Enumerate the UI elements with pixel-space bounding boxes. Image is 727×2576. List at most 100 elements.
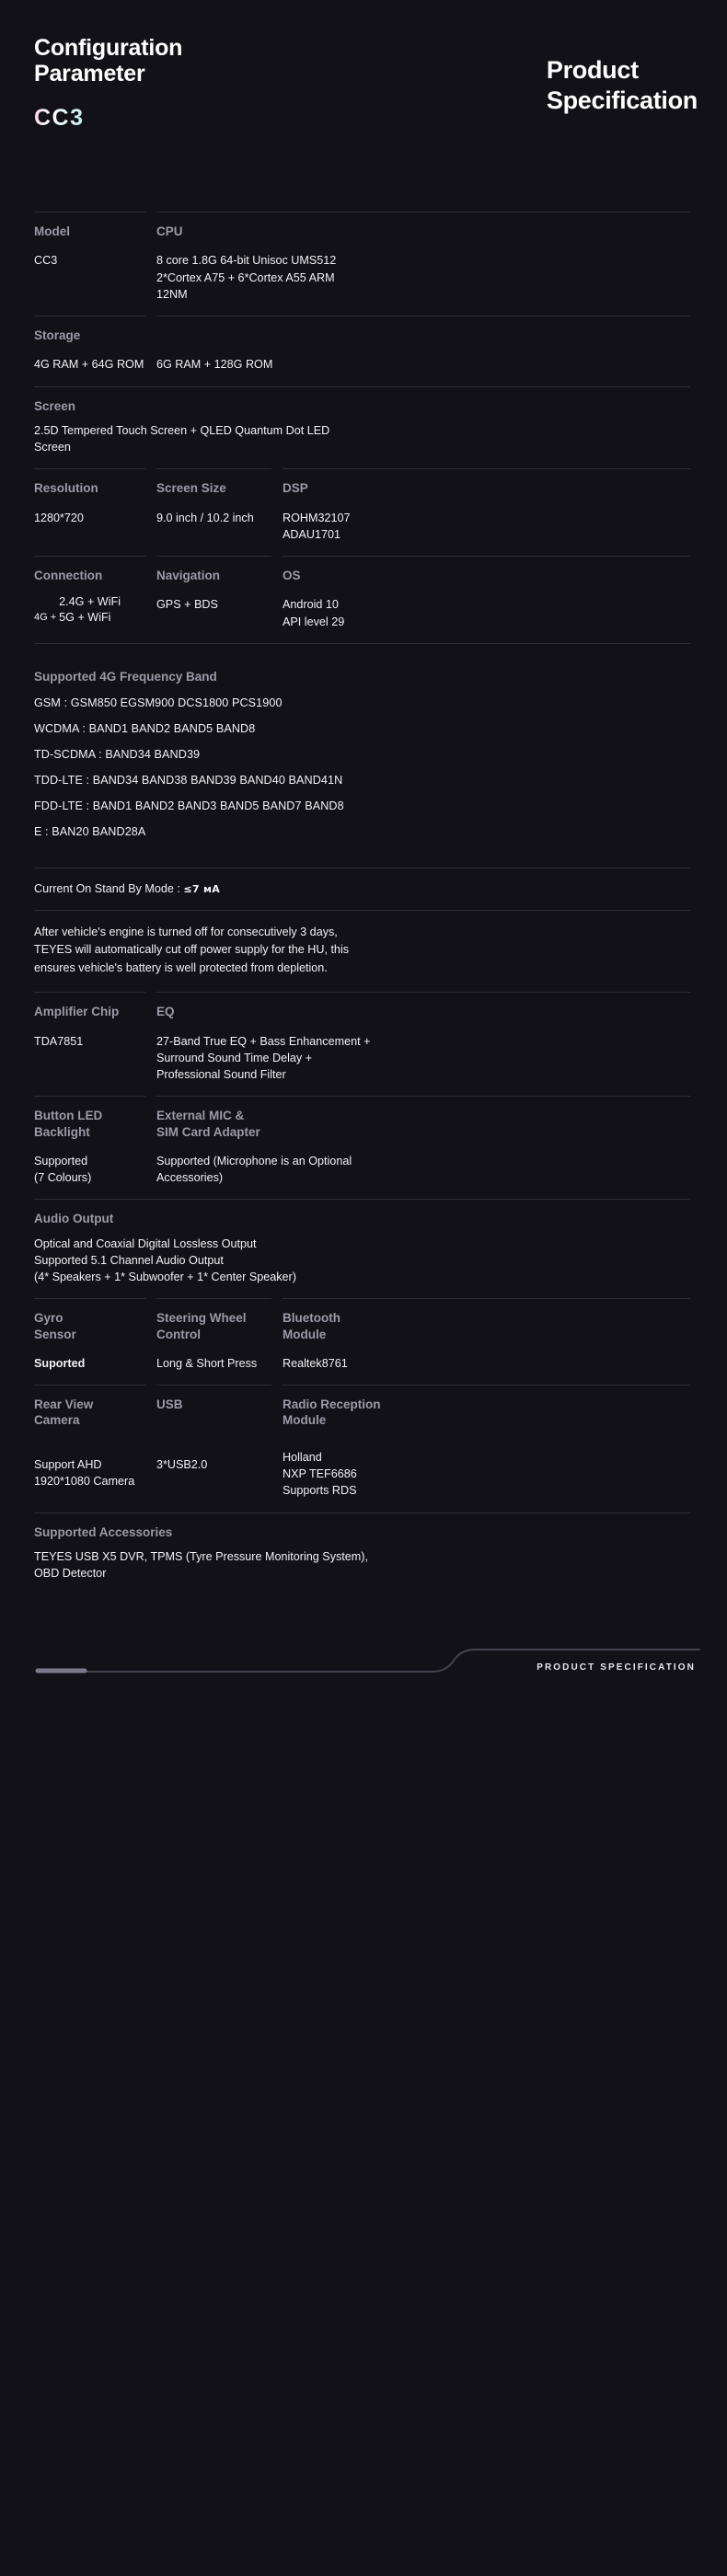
footer-decoration-line	[35, 1649, 700, 1673]
spec-label-usb: USB	[156, 1397, 183, 1412]
spec-value-radio: Holland NXP TEF6686 Supports RDS	[283, 1450, 357, 1498]
spec-value-screen: 2.5D Tempered Touch Screen + QLED Quantu…	[34, 423, 330, 454]
page-title: Configuration Parameter	[34, 35, 183, 86]
spec-row-battery-note: After vehicle's engine is turned off for…	[34, 909, 690, 993]
frequency-band-line: GSM : GSM850 EGSM900 DCS1800 PCS1900	[34, 696, 283, 709]
spec-label-navigation: Navigation	[156, 569, 221, 583]
spec-cell-os: OS Android 10 API level 29	[283, 556, 690, 643]
spec-row-audio-output: Audio Output Optical and Coaxial Digital…	[34, 1199, 690, 1298]
frequency-band-line: TD-SCDMA : BAND34 BAND39	[34, 747, 201, 761]
spec-row-storage: Storage 4G RAM + 64G ROM 6G RAM + 128G R…	[34, 316, 690, 386]
spec-label-os: OS	[283, 569, 301, 583]
spec-value-eq: 27-Band True EQ + Bass Enhancement + Sur…	[156, 1034, 371, 1082]
spec-cell-usb: USB 3*USB2.0	[156, 1385, 283, 1512]
spec-row-screen: Screen 2.5D Tempered Touch Screen + QLED…	[34, 385, 690, 469]
spec-cell-steering-wheel-control: Steering Wheel Control Long & Short Pres…	[156, 1298, 283, 1385]
product-logo-cc3: CC3	[34, 105, 85, 131]
spec-label-screen: Screen	[34, 398, 76, 413]
standby-current-line: Current On Stand By Mode : ≤7 мA	[34, 868, 681, 910]
connection-options: 2.4G + WiFi 5G + WiFi	[59, 595, 121, 625]
spec-value-screen-size: 9.0 inch / 10.2 inch	[156, 511, 254, 524]
spec-label-dsp: DSP	[283, 481, 308, 496]
spec-value-connection: 4G + 2.4G + WiFi 5G + WiFi	[34, 594, 147, 626]
specification-sheet: Model CC3 CPU 8 core 1.8G 64-bit Unisoc …	[0, 212, 727, 1594]
spec-row-amplifier-eq: Amplifier Chip TDA7851 EQ 27-Band True E…	[34, 992, 690, 1096]
spec-label-connection: Connection	[34, 569, 103, 583]
spec-cell-storage-alt: 6G RAM + 128G ROM	[156, 316, 690, 386]
spec-cell-screen: Screen 2.5D Tempered Touch Screen + QLED…	[34, 385, 690, 469]
spec-label-gyro: Gyro Sensor	[34, 1311, 76, 1341]
spec-label-screen-size: Screen Size	[156, 481, 226, 496]
page-footer: PRODUCT SPECIFICATION	[0, 1611, 727, 1712]
footer-label: PRODUCT SPECIFICATION	[537, 1662, 696, 1673]
spec-label-accessories: Supported Accessories	[34, 1524, 173, 1539]
spec-value-usb: 3*USB2.0	[156, 1458, 208, 1472]
frequency-band-list: GSM : GSM850 EGSM900 DCS1800 PCS1900 WCD…	[34, 696, 681, 855]
frequency-band-line: E : BAN20 BAND28A	[34, 824, 146, 838]
spec-cell-battery-note: After vehicle's engine is turned off for…	[34, 909, 690, 993]
spec-value-cpu: 8 core 1.8G 64-bit Unisoc UMS512 2*Corte…	[156, 254, 337, 301]
page-header: Configuration Parameter CC3 Product Spec…	[0, 0, 727, 212]
spec-label-cpu: CPU	[156, 224, 183, 238]
spec-row-connection: Connection 4G + 2.4G + WiFi 5G + WiFi Na…	[34, 556, 690, 643]
spec-cell-storage: Storage 4G RAM + 64G ROM	[34, 316, 156, 386]
spec-cell-cpu: CPU 8 core 1.8G 64-bit Unisoc UMS512 2*C…	[156, 212, 690, 316]
spec-label-steering-wheel-control: Steering Wheel Control	[156, 1311, 247, 1341]
spec-value-steering-wheel-control: Long & Short Press	[156, 1356, 258, 1370]
spec-label-radio: Radio Reception Module	[283, 1397, 381, 1428]
spec-cell-radio: Radio Reception Module Holland NXP TEF66…	[283, 1385, 690, 1512]
spec-cell-mic-sim: External MIC & SIM Card Adapter Supporte…	[156, 1096, 690, 1199]
spec-label-amplifier: Amplifier Chip	[34, 1005, 120, 1019]
spec-label-storage: Storage	[34, 328, 81, 343]
spec-label-storage-spacer	[156, 328, 681, 343]
spec-cell-dsp: DSP ROHM32107 ADAU1701	[283, 468, 690, 556]
standby-current-label: Current On Stand By Mode :	[34, 881, 180, 895]
spec-row-frequency-band: Supported 4G Frequency Band GSM : GSM850…	[34, 642, 690, 868]
spec-value-button-led: Supported (7 Colours)	[34, 1154, 92, 1185]
spec-value-resolution: 1280*720	[34, 511, 84, 524]
spec-row-model-cpu: Model CC3 CPU 8 core 1.8G 64-bit Unisoc …	[34, 212, 690, 316]
spec-cell-rear-camera: Rear View Camera Support AHD 1920*1080 C…	[34, 1385, 156, 1512]
spec-label-eq: EQ	[156, 1005, 175, 1019]
spec-value-audio-output: Optical and Coaxial Digital Lossless Out…	[34, 1236, 296, 1284]
spec-label-bluetooth: Bluetooth Module	[283, 1311, 340, 1341]
spec-cell-accessories: Supported Accessories TEYES USB X5 DVR, …	[34, 1512, 690, 1595]
spec-cell-gyro: Gyro Sensor Suported	[34, 1298, 156, 1385]
spec-cell-amplifier: Amplifier Chip TDA7851	[34, 992, 156, 1096]
spec-value-mic-sim: Supported (Microphone is an Optional Acc…	[156, 1154, 352, 1185]
spec-value-storage-2: 6G RAM + 128G ROM	[156, 358, 273, 372]
battery-protection-note: After vehicle's engine is turned off for…	[34, 925, 350, 974]
spec-value-bluetooth: Realtek8761	[283, 1356, 348, 1370]
spec-label-model: Model	[34, 224, 70, 238]
spec-label-button-led: Button LED Backlight	[34, 1109, 103, 1139]
spec-value-accessories: TEYES USB X5 DVR, TPMS (Tyre Pressure Mo…	[34, 1549, 368, 1581]
spec-value-navigation: GPS + BDS	[156, 598, 218, 612]
spec-row-accessories: Supported Accessories TEYES USB X5 DVR, …	[34, 1512, 690, 1595]
spec-value-gyro: Suported	[34, 1356, 86, 1370]
spec-value-amplifier: TDA7851	[34, 1034, 84, 1048]
spec-label-resolution: Resolution	[34, 481, 98, 496]
spec-value-model: CC3	[34, 254, 58, 268]
spec-value-storage-1: 4G RAM + 64G ROM	[34, 358, 144, 372]
frequency-band-line: FDD-LTE : BAND1 BAND2 BAND3 BAND5 BAND7 …	[34, 799, 344, 812]
spec-label-frequency-band: Supported 4G Frequency Band	[34, 669, 217, 684]
spec-row-led-mic: Button LED Backlight Supported (7 Colour…	[34, 1096, 690, 1199]
connection-prefix: 4G +	[34, 612, 57, 624]
spec-cell-screen-size: Screen Size 9.0 inch / 10.2 inch	[156, 468, 283, 556]
spec-value-rear-camera: Support AHD 1920*1080 Camera	[34, 1457, 135, 1488]
spec-cell-bluetooth: Bluetooth Module Realtek8761	[283, 1298, 690, 1385]
page-subtitle: Product Specification	[546, 56, 698, 114]
frequency-band-line: WCDMA : BAND1 BAND2 BAND5 BAND8	[34, 721, 256, 735]
spec-row-camera-usb-radio: Rear View Camera Support AHD 1920*1080 C…	[34, 1385, 690, 1512]
spec-row-gyro-swc-bt: Gyro Sensor Suported Steering Wheel Cont…	[34, 1298, 690, 1385]
spec-cell-button-led: Button LED Backlight Supported (7 Colour…	[34, 1096, 156, 1199]
spec-cell-audio-output: Audio Output Optical and Coaxial Digital…	[34, 1199, 690, 1298]
spec-label-audio-output: Audio Output	[34, 1212, 114, 1226]
spec-row-resolution: Resolution 1280*720 Screen Size 9.0 inch…	[34, 468, 690, 556]
spec-label-rear-camera: Rear View Camera	[34, 1397, 94, 1428]
spec-cell-connection: Connection 4G + 2.4G + WiFi 5G + WiFi	[34, 556, 156, 643]
spec-value-os: Android 10 API level 29	[283, 598, 345, 628]
spec-cell-navigation: Navigation GPS + BDS	[156, 556, 283, 643]
spec-row-standby-current: Current On Stand By Mode : ≤7 мA	[34, 867, 690, 910]
spec-cell-eq: EQ 27-Band True EQ + Bass Enhancement + …	[156, 992, 690, 1096]
